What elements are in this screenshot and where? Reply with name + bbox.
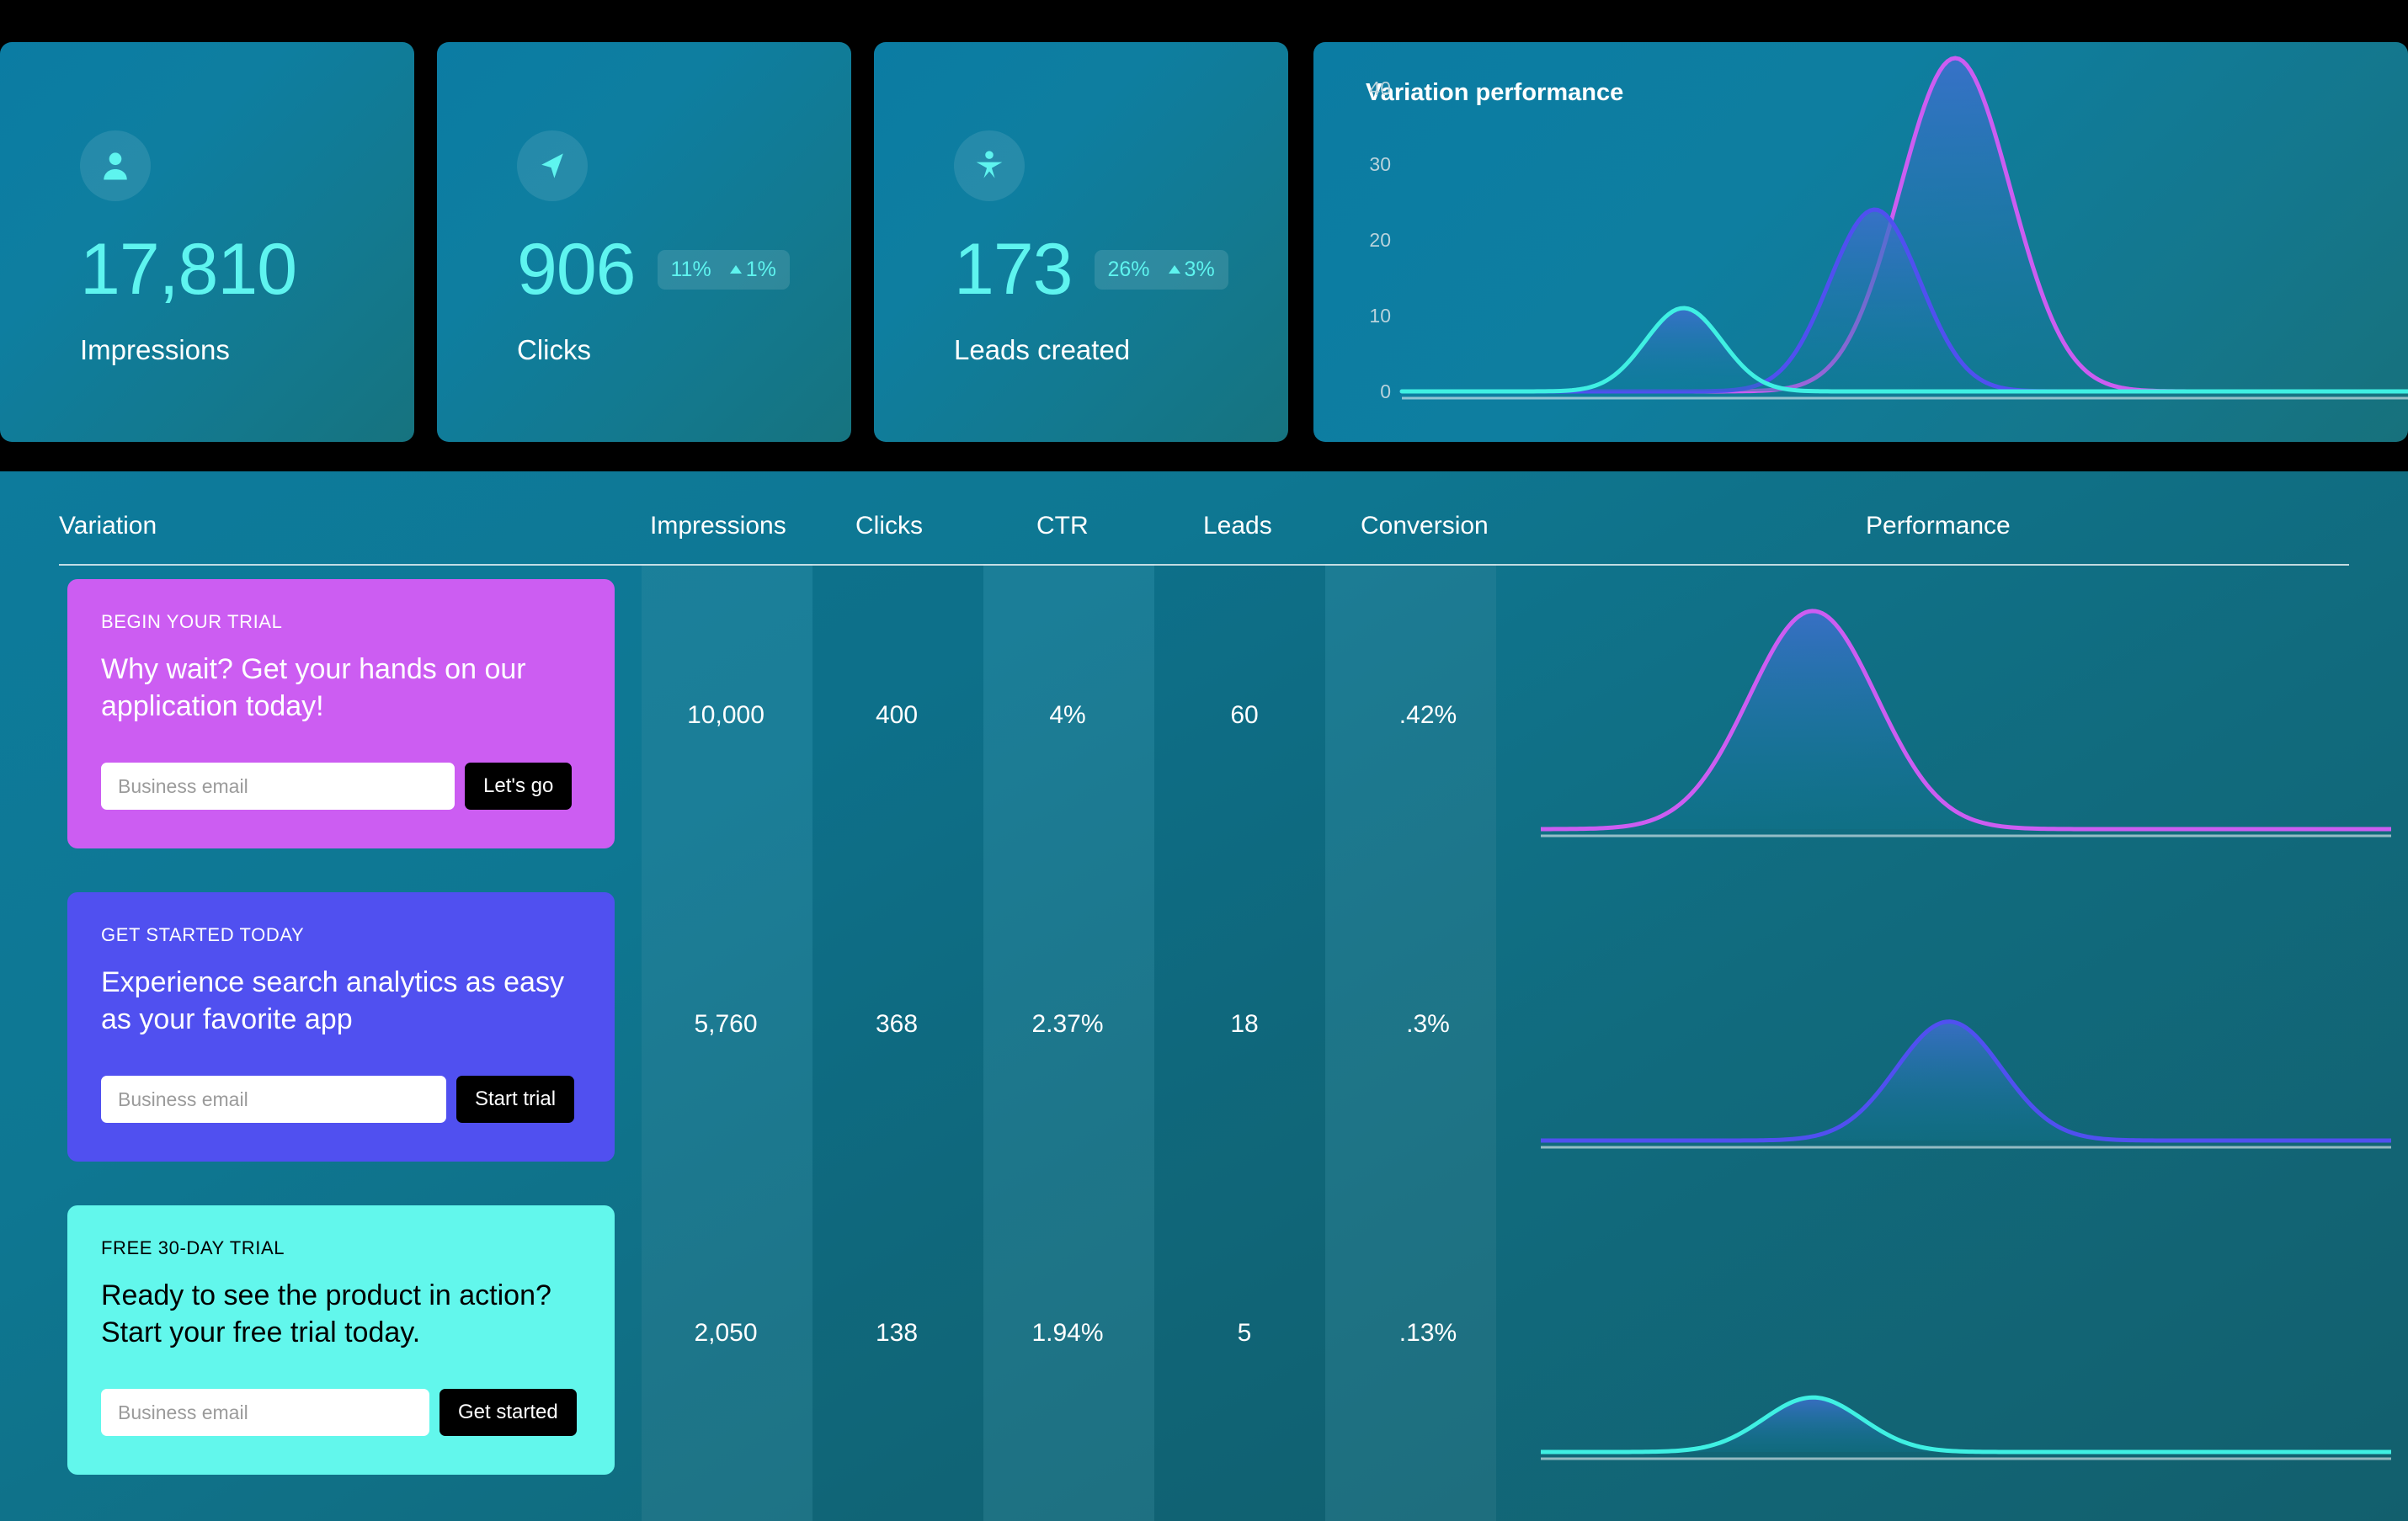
badge-delta: 3%: [1168, 257, 1215, 282]
person-icon: [80, 130, 151, 201]
variation-headline: Experience search analytics as easy as y…: [101, 966, 564, 1035]
chart-area-1: [1541, 610, 2391, 829]
column-header-impressions: Impressions: [650, 512, 786, 540]
cell-clicks: 400: [875, 701, 919, 729]
cell-impressions: 5,760: [694, 1010, 758, 1038]
cell-leads: 5: [1237, 1319, 1252, 1347]
chart-area-1: [1541, 1397, 2391, 1452]
row-performance-chart: [1541, 1395, 2391, 1460]
table-header-row: Variation Impressions Clicks CTR Leads C…: [0, 471, 2408, 564]
y-axis-tick-label: 20: [1369, 229, 1391, 251]
signup-form: Get started: [101, 1389, 577, 1436]
stat-label: Impressions: [80, 334, 230, 365]
cell-conversion: .13%: [1398, 1319, 1457, 1347]
variation-creative-card[interactable]: FREE 30-DAY TRIAL Ready to see the produ…: [67, 1205, 615, 1475]
cell-conversion: .42%: [1398, 701, 1457, 729]
stat-label: Leads created: [954, 334, 1131, 365]
status-badge: 11% 1%: [657, 249, 790, 290]
stat-card-impressions[interactable]: 17,810 Impressions: [0, 42, 414, 442]
stat-label: Clicks: [517, 334, 591, 365]
stat-value: 17,810: [80, 229, 297, 310]
cell-ctr: 4%: [1049, 701, 1086, 729]
status-badge: 26% 3%: [1094, 249, 1228, 290]
chart-line-1: [1541, 609, 2391, 832]
column-header-clicks: Clicks: [855, 512, 923, 540]
variations-table: Variation Impressions Clicks CTR Leads C…: [0, 471, 2408, 1521]
column-header-variation: Variation: [59, 512, 157, 540]
email-field[interactable]: [101, 1389, 429, 1436]
cell-ctr: 2.37%: [1031, 1010, 1104, 1038]
cell-ctr: 1.94%: [1031, 1319, 1104, 1347]
variation-performance-chart: 0 10 20 30 40: [1369, 56, 2408, 402]
get-started-button[interactable]: Get started: [440, 1389, 577, 1436]
cell-leads: 60: [1230, 701, 1259, 729]
chart-line-1: [1541, 1395, 2391, 1455]
badge-delta-value: 1%: [745, 257, 776, 281]
cursor-pointer-icon: [517, 130, 588, 201]
chart-area-1: [1541, 1021, 2391, 1141]
lets-go-button[interactable]: Let's go: [465, 763, 573, 810]
column-header-conversion: Conversion: [1361, 512, 1489, 540]
header-divider: [59, 564, 2349, 566]
triangle-up-icon: [729, 265, 742, 274]
variation-creative-card[interactable]: GET STARTED TODAY Experience search anal…: [67, 892, 615, 1162]
badge-percent: 26%: [1107, 257, 1150, 281]
start-trial-button[interactable]: Start trial: [456, 1076, 575, 1123]
variation-creative-card[interactable]: BEGIN YOUR TRIAL Why wait? Get your hand…: [67, 579, 615, 848]
badge-delta-value: 3%: [1184, 257, 1215, 281]
cell-conversion: .3%: [1406, 1010, 1450, 1038]
cell-impressions: 2,050: [694, 1319, 758, 1347]
y-axis-tick-label: 10: [1369, 305, 1391, 327]
column-header-leads: Leads: [1203, 512, 1272, 540]
signup-form: Start trial: [101, 1076, 575, 1123]
cell-clicks: 138: [875, 1319, 919, 1347]
y-axis-tick-label: 30: [1369, 153, 1391, 175]
stat-card-clicks[interactable]: 906 11% 1% Clicks: [437, 42, 851, 442]
variation-eyebrow: FREE 30-DAY TRIAL: [101, 1237, 285, 1258]
email-field[interactable]: [101, 763, 455, 810]
row-performance-chart: [1541, 1019, 2391, 1149]
y-axis-tick-label: 40: [1369, 77, 1391, 99]
triangle-up-icon: [1168, 265, 1180, 274]
variation-headline: Why wait? Get your hands on our applicat…: [101, 653, 526, 722]
variation-eyebrow: GET STARTED TODAY: [101, 924, 305, 945]
email-field[interactable]: [101, 1076, 446, 1123]
cell-leads: 18: [1230, 1010, 1259, 1038]
badge-percent: 11%: [670, 257, 711, 281]
signup-form: Let's go: [101, 763, 573, 810]
column-header-ctr: CTR: [1036, 512, 1089, 540]
variation-eyebrow: BEGIN YOUR TRIAL: [101, 611, 283, 632]
y-axis-tick-label: 0: [1380, 380, 1391, 402]
stat-value: 173: [954, 229, 1073, 310]
person-star-icon: [954, 130, 1025, 201]
dashboard-root: 17,810 Impressions 906 11% 1% Clicks 173…: [0, 0, 2408, 1521]
cell-clicks: 368: [875, 1010, 919, 1038]
cell-impressions: 10,000: [687, 701, 764, 729]
column-header-performance: Performance: [1866, 512, 2011, 540]
badge-delta: 1%: [729, 257, 776, 282]
variation-performance-card: Variation performance 0 10 20 30 40: [1313, 42, 2408, 442]
variation-headline: Ready to see the product in action? Star…: [101, 1279, 551, 1348]
row-performance-chart: [1541, 609, 2391, 838]
stat-card-leads-created[interactable]: 173 26% 3% Leads created: [874, 42, 1288, 442]
stat-value: 906: [517, 229, 636, 310]
